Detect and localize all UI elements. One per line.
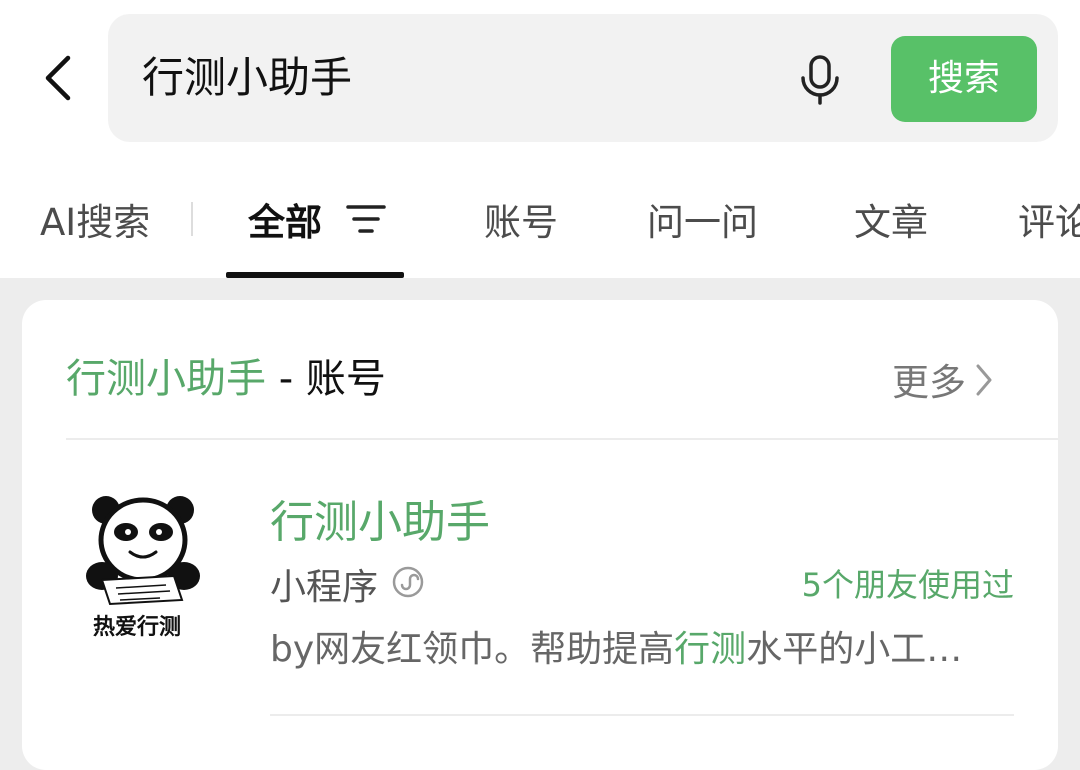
filter-button[interactable] bbox=[346, 202, 386, 236]
tab-articles[interactable]: 文章 bbox=[854, 192, 928, 246]
account-results-card: 行测小助手 - 账号 更多 热爱行测 行测小助手 小程序 5个朋友使用过 by网… bbox=[22, 300, 1058, 770]
account-name[interactable]: 行测小助手 bbox=[270, 486, 490, 550]
back-icon bbox=[45, 55, 71, 101]
back-button[interactable] bbox=[36, 52, 86, 104]
account-type: 小程序 bbox=[270, 567, 379, 608]
search-box: 搜索 bbox=[108, 14, 1058, 142]
search-input[interactable] bbox=[142, 46, 742, 110]
microphone-icon bbox=[801, 55, 839, 105]
row-divider bbox=[270, 714, 1014, 716]
active-tab-indicator bbox=[226, 272, 404, 278]
section-title: 行测小助手 - 账号 bbox=[66, 346, 386, 404]
avatar[interactable]: 热爱行测 bbox=[62, 488, 212, 646]
section-title-suffix: - 账号 bbox=[266, 356, 386, 402]
tab-accounts[interactable]: 账号 bbox=[484, 192, 558, 246]
more-label: 更多 bbox=[892, 361, 966, 404]
tab-divider bbox=[191, 202, 193, 236]
desc-keyword: 行测 bbox=[674, 629, 747, 670]
voice-input-button[interactable] bbox=[798, 54, 842, 106]
friends-used-label: 5个朋友使用过 bbox=[801, 566, 1014, 604]
tab-ask[interactable]: 问一问 bbox=[647, 192, 758, 246]
search-button[interactable]: 搜索 bbox=[891, 36, 1037, 122]
svg-text:热爱行测: 热爱行测 bbox=[93, 614, 181, 640]
account-description: by网友红领巾。帮助提高行测水平的小工… bbox=[270, 620, 1030, 672]
divider bbox=[66, 438, 1058, 440]
desc-suffix: 水平的小工… bbox=[746, 629, 963, 670]
filter-icon bbox=[346, 205, 386, 233]
top-bar: 搜索 AI搜索 全部 账号 问一问 文章 评论 bbox=[0, 0, 1080, 278]
desc-prefix: by网友红领巾。帮助提高 bbox=[270, 629, 675, 670]
section-title-keyword: 行测小助手 bbox=[66, 356, 266, 402]
chevron-right-icon bbox=[974, 362, 994, 407]
tab-ai-search[interactable]: AI搜索 bbox=[40, 192, 150, 246]
tab-bar: AI搜索 全部 账号 问一问 文章 评论 bbox=[0, 170, 1080, 278]
mini-program-icon bbox=[392, 566, 424, 598]
more-link[interactable]: 更多 bbox=[892, 352, 994, 404]
tab-comments[interactable]: 评论 bbox=[1018, 192, 1080, 246]
tab-all[interactable]: 全部 bbox=[248, 192, 322, 246]
